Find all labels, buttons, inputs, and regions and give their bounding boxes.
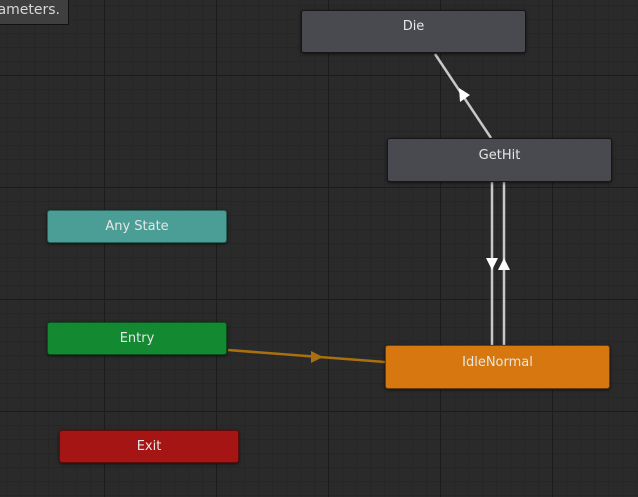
transition-layer: [227, 53, 510, 364]
transition-arrow-gethit-to-idlenormal: [486, 258, 498, 270]
transition-arrow-entry-to-idlenormal: [311, 351, 323, 363]
state-label-gethit: GetHit: [478, 148, 521, 163]
state-node-die[interactable]: Die: [301, 10, 526, 53]
state-label-any-state: Any State: [105, 219, 169, 234]
state-node-gethit[interactable]: GetHit: [387, 138, 612, 182]
state-node-exit[interactable]: Exit: [59, 430, 239, 463]
state-label-die: Die: [402, 19, 425, 34]
transition-arrow-idlenormal-to-gethit: [498, 258, 510, 270]
state-node-entry[interactable]: Entry: [47, 322, 227, 355]
state-label-entry: Entry: [119, 331, 155, 346]
transition-entry-to-idlenormal[interactable]: [227, 348, 386, 364]
state-node-any-state[interactable]: Any State: [47, 210, 227, 243]
state-label-idlenormal: IdleNormal: [462, 355, 533, 370]
state-label-exit: Exit: [136, 439, 162, 454]
state-node-idlenormal[interactable]: IdleNormal: [385, 345, 610, 389]
